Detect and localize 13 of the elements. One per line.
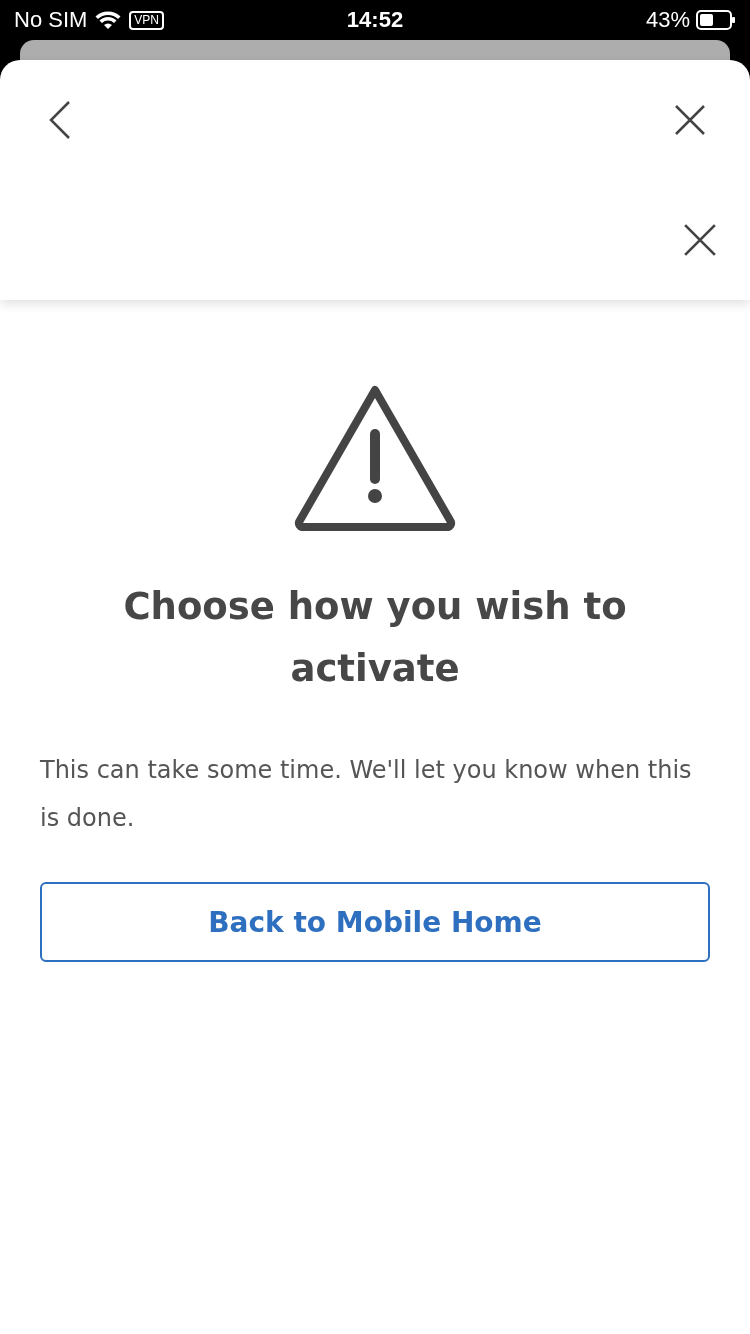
- carrier-label: No SIM: [14, 7, 88, 33]
- message-body: This can take some time. We'll let you know when this is done.: [40, 755, 693, 834]
- warning-icon: [293, 384, 457, 532]
- back-home-button[interactable]: Back to Mobile Home: [40, 882, 710, 962]
- battery-icon: [696, 10, 736, 30]
- message-title: Choose how you wish to activate: [122, 584, 628, 692]
- battery-percent: 43%: [645, 7, 690, 33]
- back-icon: [49, 101, 71, 139]
- clock: 14:52: [346, 7, 404, 33]
- wifi-icon: [95, 10, 122, 30]
- close-icon: [683, 223, 717, 257]
- vpn-badge: VPN: [129, 10, 165, 30]
- close-icon: [674, 104, 706, 136]
